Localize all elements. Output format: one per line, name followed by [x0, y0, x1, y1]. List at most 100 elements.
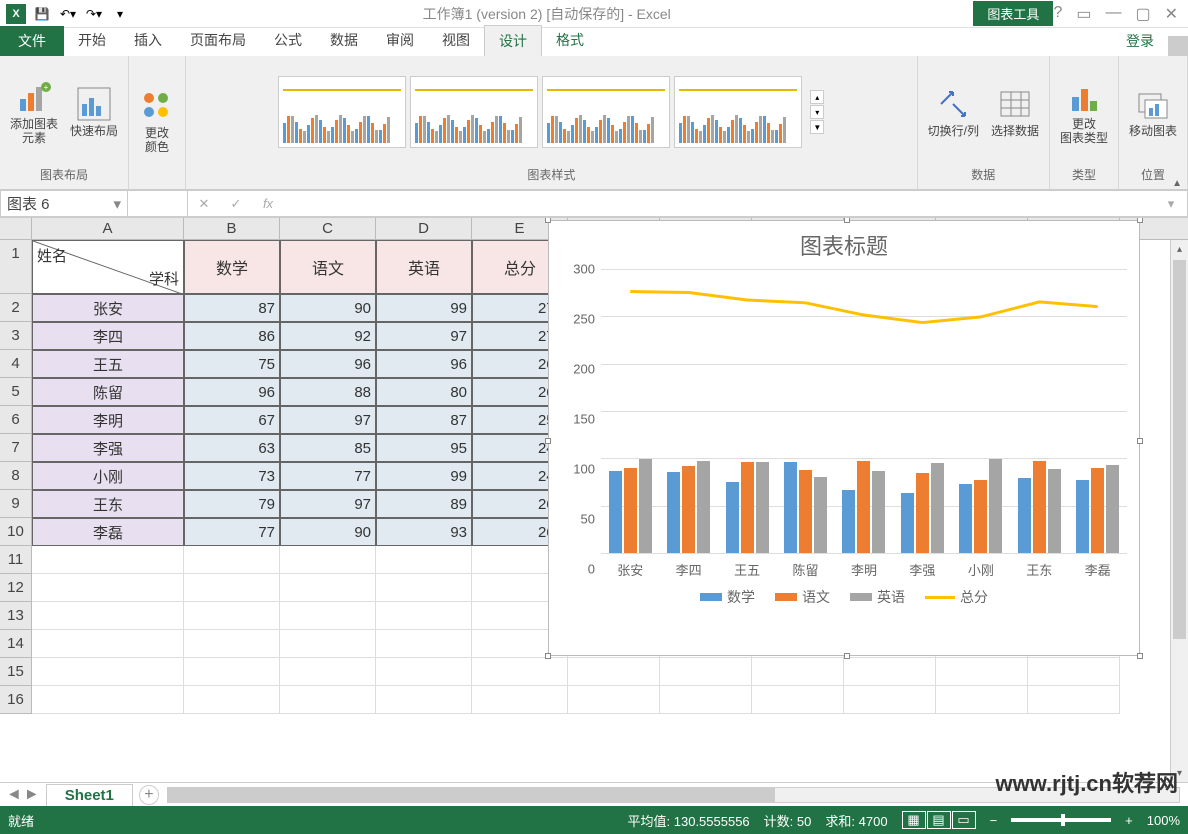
chart-style-thumb[interactable]: [278, 76, 406, 148]
row-header[interactable]: 2: [0, 294, 32, 322]
sheet-nav-prev[interactable]: ◄: [6, 786, 22, 804]
table-name-cell[interactable]: 李明: [32, 406, 184, 434]
table-data-cell[interactable]: 89: [376, 490, 472, 518]
empty-cell[interactable]: [32, 630, 184, 658]
table-data-cell[interactable]: 87: [376, 406, 472, 434]
undo-icon[interactable]: ↶▾: [58, 5, 78, 23]
chart-style-thumb[interactable]: [674, 76, 802, 148]
empty-cell[interactable]: [568, 658, 660, 686]
table-data-cell[interactable]: 93: [376, 518, 472, 546]
table-name-cell[interactable]: 小刚: [32, 462, 184, 490]
zoom-out[interactable]: −: [990, 813, 998, 828]
table-data-cell[interactable]: 96: [280, 350, 376, 378]
chart-title[interactable]: 图表标题: [549, 221, 1139, 269]
worksheet-grid[interactable]: ABCDEFGHIJK 12345678910111213141516 姓名学科…: [0, 218, 1188, 720]
table-name-cell[interactable]: 王五: [32, 350, 184, 378]
empty-cell[interactable]: [280, 602, 376, 630]
row-header[interactable]: 8: [0, 462, 32, 490]
table-name-cell[interactable]: 李强: [32, 434, 184, 462]
empty-cell[interactable]: [32, 686, 184, 714]
empty-cell[interactable]: [184, 602, 280, 630]
empty-cell[interactable]: [376, 630, 472, 658]
row-header[interactable]: 7: [0, 434, 32, 462]
table-data-cell[interactable]: 97: [280, 490, 376, 518]
quick-layout-button[interactable]: 快速布局: [68, 84, 120, 140]
vertical-scrollbar[interactable]: ▴ ▾: [1170, 240, 1188, 782]
change-colors-button[interactable]: 更改 颜色: [137, 86, 177, 156]
table-data-cell[interactable]: 86: [184, 322, 280, 350]
qat-customize-icon[interactable]: ▾: [110, 5, 130, 23]
table-data-cell[interactable]: 95: [376, 434, 472, 462]
empty-cell[interactable]: [184, 658, 280, 686]
select-all-corner[interactable]: [0, 218, 32, 239]
help-icon[interactable]: ?: [1053, 4, 1062, 24]
minimize-icon[interactable]: —: [1105, 4, 1121, 24]
empty-cell[interactable]: [280, 574, 376, 602]
empty-cell[interactable]: [280, 546, 376, 574]
tab-file[interactable]: 文件: [0, 26, 64, 56]
view-page-break[interactable]: ▭: [952, 811, 976, 829]
zoom-in[interactable]: +: [1125, 813, 1133, 828]
change-chart-type-button[interactable]: 更改 图表类型: [1058, 77, 1110, 147]
table-header-cell[interactable]: 英语: [376, 240, 472, 294]
row-header[interactable]: 13: [0, 602, 32, 630]
sheet-nav-next[interactable]: ►: [24, 786, 40, 804]
select-data-button[interactable]: 选择数据: [989, 84, 1041, 140]
empty-cell[interactable]: [32, 574, 184, 602]
table-data-cell[interactable]: 80: [376, 378, 472, 406]
empty-cell[interactable]: [752, 658, 844, 686]
chart-style-thumb[interactable]: [542, 76, 670, 148]
table-data-cell[interactable]: 97: [280, 406, 376, 434]
table-data-cell[interactable]: 96: [376, 350, 472, 378]
table-data-cell[interactable]: 75: [184, 350, 280, 378]
switch-row-col-button[interactable]: 切换行/列: [926, 84, 981, 140]
view-normal[interactable]: ▦: [902, 811, 926, 829]
tab-格式[interactable]: 格式: [542, 25, 598, 56]
empty-cell[interactable]: [280, 630, 376, 658]
row-header[interactable]: 5: [0, 378, 32, 406]
empty-cell[interactable]: [184, 546, 280, 574]
row-header[interactable]: 10: [0, 518, 32, 546]
table-data-cell[interactable]: 79: [184, 490, 280, 518]
table-data-cell[interactable]: 77: [280, 462, 376, 490]
table-data-cell[interactable]: 99: [376, 462, 472, 490]
empty-cell[interactable]: [660, 658, 752, 686]
ribbon-options-icon[interactable]: ▭: [1076, 4, 1091, 24]
confirm-formula-icon[interactable]: ✓: [220, 196, 252, 212]
chart-style-thumb[interactable]: [410, 76, 538, 148]
diagonal-header-cell[interactable]: 姓名学科: [32, 240, 184, 294]
embedded-chart[interactable]: 图表标题 050100150200250300 张安李四王五陈留李明李强小刚王东…: [548, 220, 1140, 656]
table-data-cell[interactable]: 63: [184, 434, 280, 462]
empty-cell[interactable]: [184, 630, 280, 658]
empty-cell[interactable]: [32, 546, 184, 574]
tab-开始[interactable]: 开始: [64, 25, 120, 56]
cancel-formula-icon[interactable]: ✕: [188, 196, 220, 212]
move-chart-button[interactable]: 移动图表: [1127, 84, 1179, 140]
zoom-slider[interactable]: [1011, 818, 1111, 822]
row-header[interactable]: 12: [0, 574, 32, 602]
empty-cell[interactable]: [844, 658, 936, 686]
empty-cell[interactable]: [660, 686, 752, 714]
table-data-cell[interactable]: 99: [376, 294, 472, 322]
empty-cell[interactable]: [1028, 658, 1120, 686]
row-header[interactable]: 3: [0, 322, 32, 350]
table-name-cell[interactable]: 王东: [32, 490, 184, 518]
table-data-cell[interactable]: 67: [184, 406, 280, 434]
empty-cell[interactable]: [1028, 686, 1120, 714]
empty-cell[interactable]: [376, 602, 472, 630]
col-header[interactable]: B: [184, 218, 280, 239]
row-header[interactable]: 16: [0, 686, 32, 714]
table-data-cell[interactable]: 97: [376, 322, 472, 350]
row-header[interactable]: 14: [0, 630, 32, 658]
login-link[interactable]: 登录: [1116, 26, 1164, 56]
row-header[interactable]: 1: [0, 240, 32, 294]
empty-cell[interactable]: [280, 658, 376, 686]
chart-plot-area[interactable]: 050100150200250300 张安李四王五陈留李明李强小刚王东李磊: [559, 269, 1129, 579]
table-data-cell[interactable]: 87: [184, 294, 280, 322]
table-data-cell[interactable]: 90: [280, 294, 376, 322]
style-scroll-up[interactable]: ▴: [810, 90, 824, 104]
expand-formula-icon[interactable]: ▾: [1155, 196, 1187, 212]
empty-cell[interactable]: [376, 546, 472, 574]
tab-公式[interactable]: 公式: [260, 25, 316, 56]
table-header-cell[interactable]: 数学: [184, 240, 280, 294]
